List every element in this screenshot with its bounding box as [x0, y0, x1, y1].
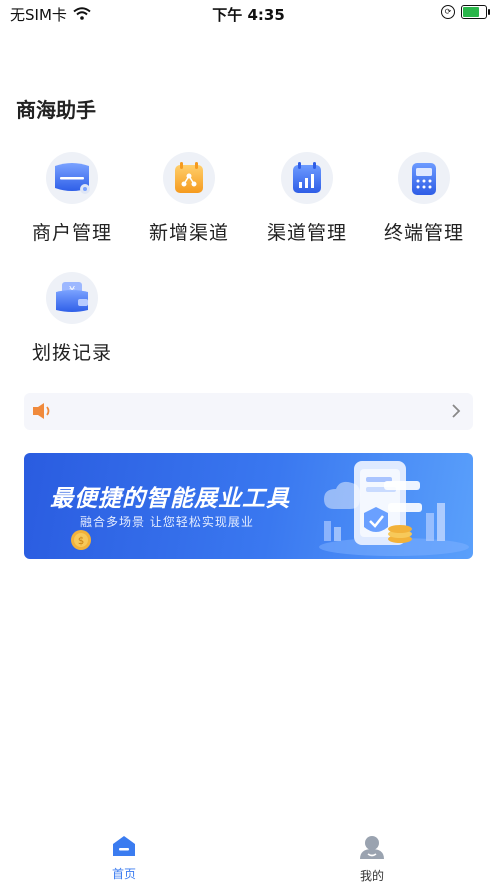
grid-item-add-channel[interactable]: 新增渠道: [134, 152, 244, 245]
add-channel-icon: [163, 152, 215, 204]
banner-subtitle: 融合多场景 让您轻松实现展业: [80, 515, 254, 529]
banner-title: 最便捷的智能展业工具: [50, 486, 290, 512]
coin-icon: $: [70, 529, 92, 555]
grid-item-terminal[interactable]: 终端管理: [369, 152, 479, 245]
merchant-icon: [46, 152, 98, 204]
notice-bar[interactable]: [24, 393, 473, 430]
battery-icon: [461, 5, 490, 19]
grid-item-label: 商户管理: [31, 222, 112, 244]
promo-banner[interactable]: 最便捷的智能展业工具 融合多场景 让您轻松实现展业 $: [24, 453, 473, 559]
grid-item-transfer-record[interactable]: ¥ 划拨记录: [17, 272, 127, 365]
transfer-record-icon: ¥: [46, 272, 98, 324]
profile-icon: [332, 834, 412, 863]
grid-item-channel-manage[interactable]: 渠道管理: [252, 152, 362, 245]
svg-text:$: $: [78, 536, 84, 547]
tab-label: 我的: [359, 869, 384, 883]
home-icon: [84, 834, 164, 861]
chevron-right-icon: [451, 403, 461, 423]
channel-manage-icon: [281, 152, 333, 204]
terminal-icon: [398, 152, 450, 204]
tab-label: 首页: [111, 867, 136, 881]
grid-item-label: 划拨记录: [31, 342, 112, 364]
rotation-lock-icon: ⟳: [441, 5, 455, 19]
battery-level: [463, 7, 479, 17]
grid-item-merchant[interactable]: 商户管理: [17, 152, 127, 245]
banner-illustration: [294, 455, 469, 559]
status-bar: 无SIM卡 下午 4:35 ⟳: [0, 0, 497, 26]
grid-item-label: 新增渠道: [148, 222, 229, 244]
status-time: 下午 4:35: [212, 6, 285, 24]
tab-home[interactable]: 首页: [84, 834, 164, 882]
tab-profile[interactable]: 我的: [332, 834, 412, 884]
tab-bar: 首页 我的: [0, 828, 497, 883]
page-title: 商海助手: [16, 98, 96, 122]
speaker-icon: [32, 402, 52, 424]
grid-item-label: 终端管理: [383, 222, 464, 244]
grid-item-label: 渠道管理: [266, 222, 347, 244]
